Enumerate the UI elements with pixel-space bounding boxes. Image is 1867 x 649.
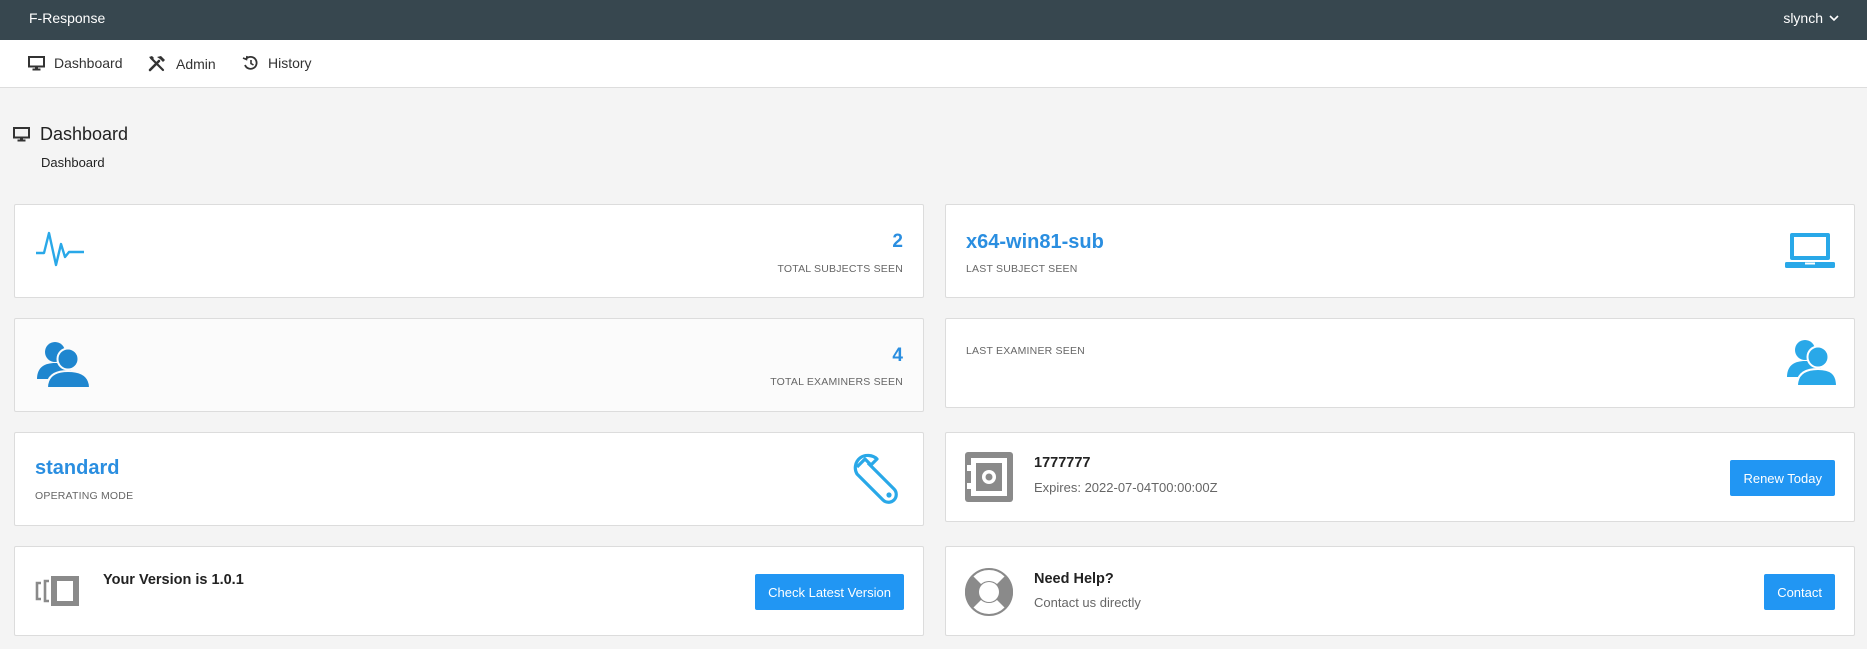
pulse-icon: [36, 231, 84, 267]
card-total-examiners: 4 TOTAL EXAMINERS SEEN: [14, 318, 924, 412]
users-icon: [37, 342, 92, 389]
card-last-subject: x64-win81-sub LAST SUBJECT SEEN: [945, 204, 1855, 298]
history-icon: [242, 55, 258, 70]
contact-button[interactable]: Contact: [1764, 574, 1835, 610]
card-version: Your Version is 1.0.1 Check Latest Versi…: [14, 546, 924, 636]
chevron-down-icon: [1829, 15, 1839, 22]
lifebuoy-icon: [965, 567, 1013, 617]
card-license: 1777777 Expires: 2022-07-04T00:00:00Z Re…: [945, 432, 1855, 522]
license-number: 1777777: [1034, 455, 1091, 471]
monitor-icon: [28, 55, 45, 70]
breadcrumb: Dashboard: [41, 155, 105, 170]
brand-title: F-Response: [29, 10, 106, 26]
tools-icon: [148, 56, 165, 72]
help-title: Need Help?: [1034, 571, 1114, 587]
laptop-icon: [1785, 233, 1835, 268]
card-total-subjects: 2 TOTAL SUBJECTS SEEN: [14, 204, 924, 298]
renew-today-button[interactable]: Renew Today: [1730, 460, 1835, 496]
nav-history-label: History: [268, 55, 312, 71]
nav-dashboard-label: Dashboard: [54, 55, 123, 71]
last-examiner-label: LAST EXAMINER SEEN: [966, 345, 1085, 357]
license-expires: Expires: 2022-07-04T00:00:00Z: [1034, 480, 1218, 495]
version-text: Your Version is 1.0.1: [103, 572, 244, 588]
users-icon: [1787, 340, 1838, 387]
card-help: Need Help? Contact us directly Contact: [945, 546, 1855, 636]
wrench-icon: [853, 453, 898, 504]
nav-dashboard[interactable]: Dashboard: [28, 55, 123, 71]
check-latest-version-button[interactable]: Check Latest Version: [755, 574, 904, 610]
user-menu[interactable]: slynch: [1783, 10, 1839, 26]
safe-icon: [965, 452, 1013, 502]
help-subtitle: Contact us directly: [1034, 595, 1141, 610]
total-subjects-value: 2: [892, 231, 903, 252]
page-heading: Dashboard: [13, 124, 128, 145]
nav-bar: Dashboard Admin History: [0, 40, 1867, 88]
nav-history[interactable]: History: [242, 55, 312, 71]
top-bar: F-Response slynch: [0, 0, 1867, 40]
card-last-examiner: LAST EXAMINER SEEN: [945, 318, 1855, 408]
version-icon: [35, 576, 79, 606]
nav-admin-label: Admin: [176, 55, 216, 72]
total-examiners-label: TOTAL EXAMINERS SEEN: [770, 376, 903, 388]
monitor-icon: [13, 127, 30, 142]
nav-admin[interactable]: Admin: [148, 55, 216, 72]
last-subject-value: x64-win81-sub: [966, 231, 1104, 253]
user-name: slynch: [1783, 10, 1823, 26]
operating-mode-label: OPERATING MODE: [35, 490, 134, 502]
last-subject-label: LAST SUBJECT SEEN: [966, 263, 1078, 275]
card-operating-mode: standard OPERATING MODE: [14, 432, 924, 526]
total-examiners-value: 4: [892, 345, 903, 366]
page-title: Dashboard: [40, 124, 129, 144]
total-subjects-label: TOTAL SUBJECTS SEEN: [777, 263, 903, 275]
operating-mode-value: standard: [35, 457, 120, 479]
